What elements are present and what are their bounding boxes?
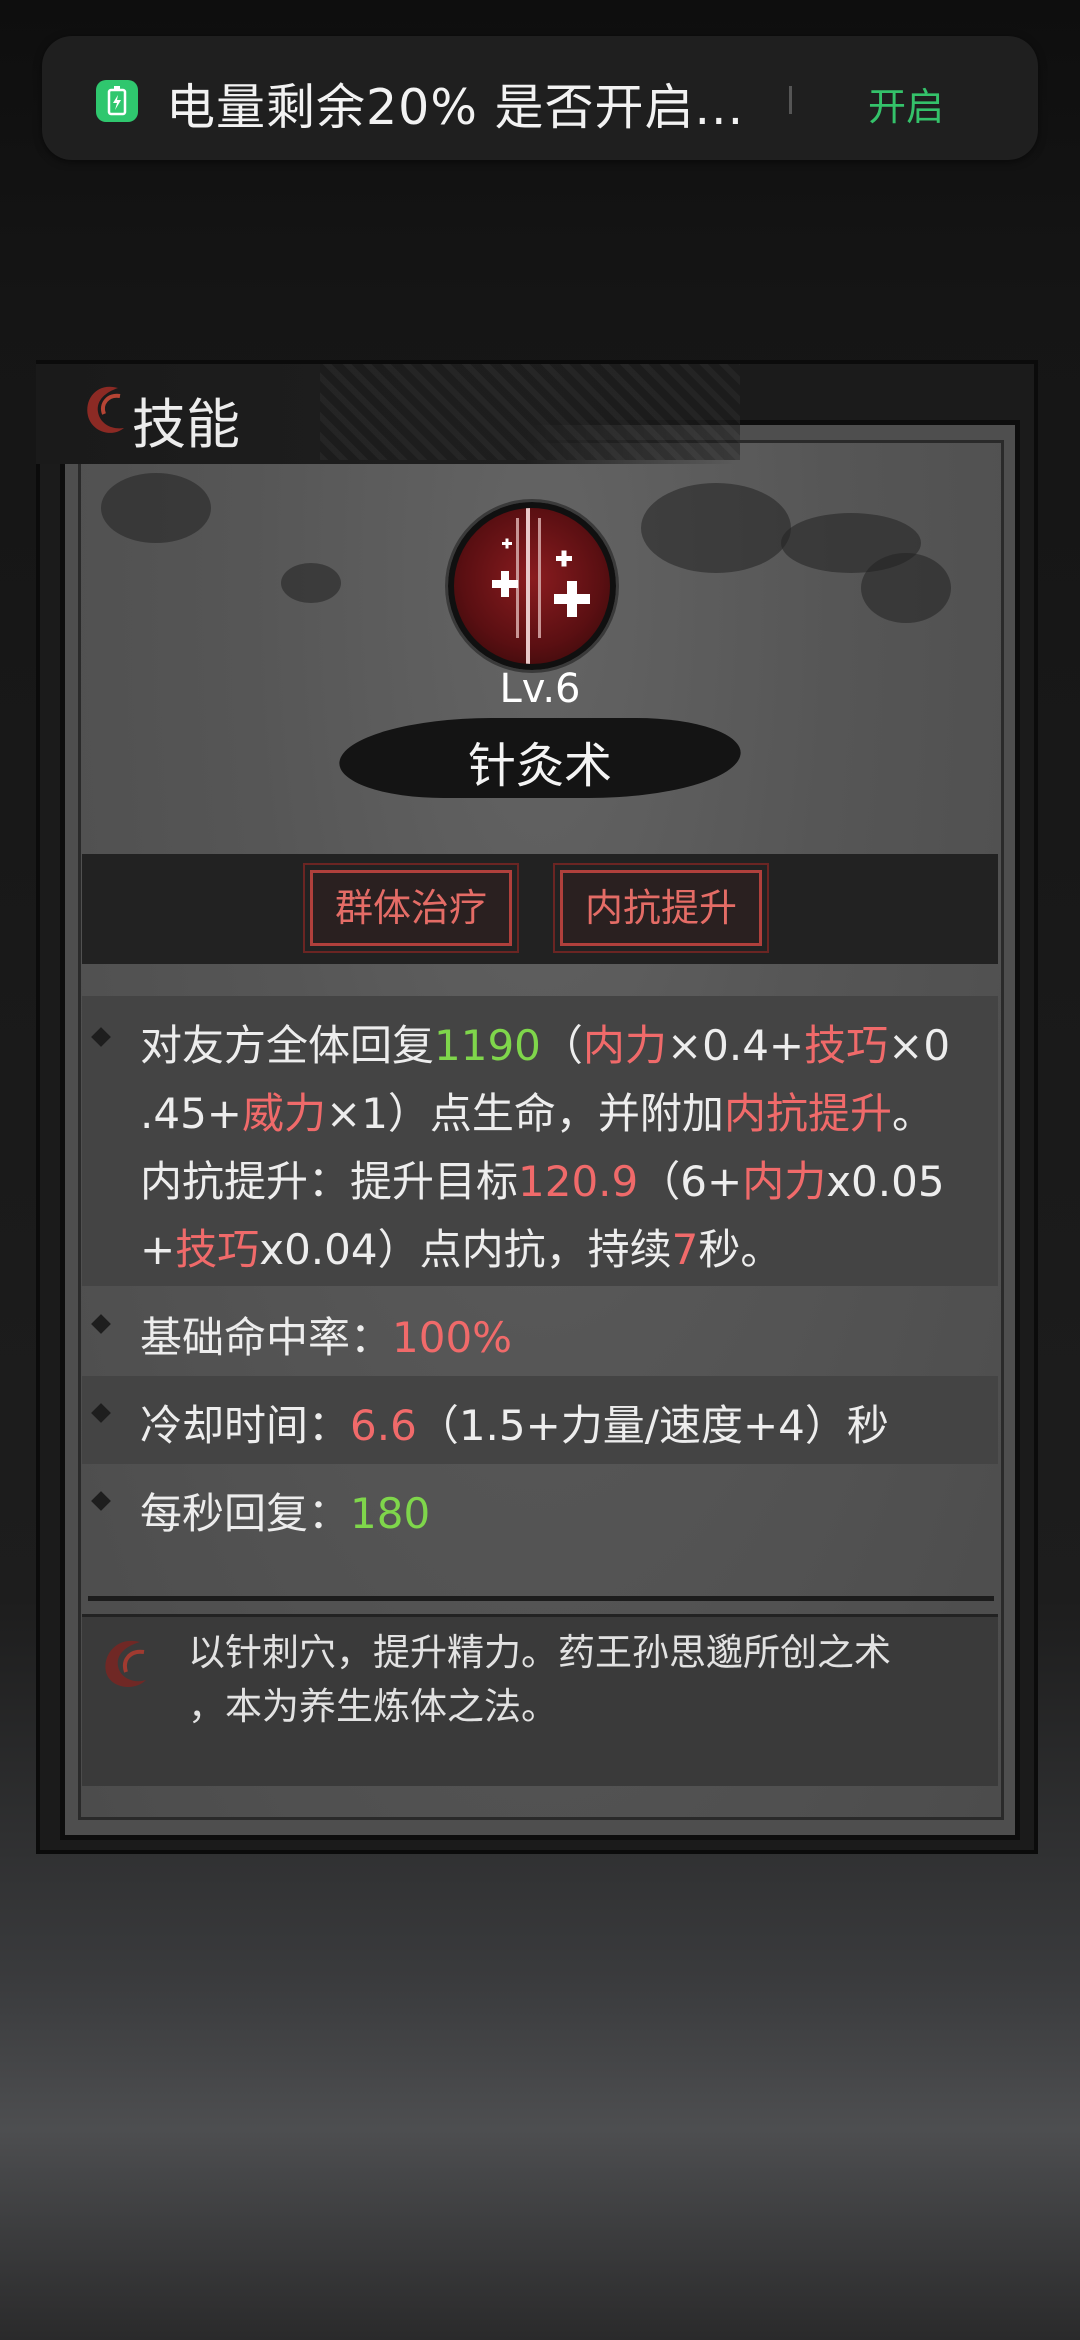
title-ornament — [320, 364, 740, 460]
description-line-1: 对友方全体回复1190（内力×0.4+技巧×0 — [140, 1021, 951, 1070]
lore-text: 以针刺穴，提升精力。药王孙思邈所创之术 ，本为养生炼体之法。 — [188, 1631, 891, 1728]
acupuncture-skill-icon — [448, 502, 616, 670]
tag-resist-up: 内抗提升 — [552, 863, 770, 953]
skill-emblem-icon — [78, 378, 130, 446]
skill-name: 针灸术 — [467, 738, 612, 794]
skill-level: Lv.6 — [499, 666, 581, 712]
description-line-3: 内抗提升：提升目标120.9（6+内力x0.05 — [140, 1157, 945, 1206]
enable-button[interactable]: 开启 — [868, 76, 944, 131]
cooldown: 冷却时间：6.6（1.5+力量/速度+4）秒 — [140, 1401, 889, 1450]
notification-text: 电量剩余20% 是否开启... — [166, 79, 745, 136]
lore-emblem-icon — [94, 1630, 158, 1698]
panel-title: 技能 — [132, 393, 240, 456]
regen-per-second: 每秒回复：180 — [140, 1489, 431, 1538]
divider — [88, 1596, 994, 1601]
tag-row — [82, 854, 998, 964]
battery-saver-icon — [96, 80, 138, 122]
tag-group-heal: 群体治疗 — [302, 863, 520, 953]
hit-rate: 基础命中率：100% — [140, 1313, 513, 1362]
notification-divider — [789, 86, 792, 114]
description-line-2: .45+威力×1）点生命，并附加内抗提升。 — [140, 1089, 934, 1138]
description-line-4: +技巧x0.04）点内抗，持续7秒。 — [140, 1225, 783, 1274]
